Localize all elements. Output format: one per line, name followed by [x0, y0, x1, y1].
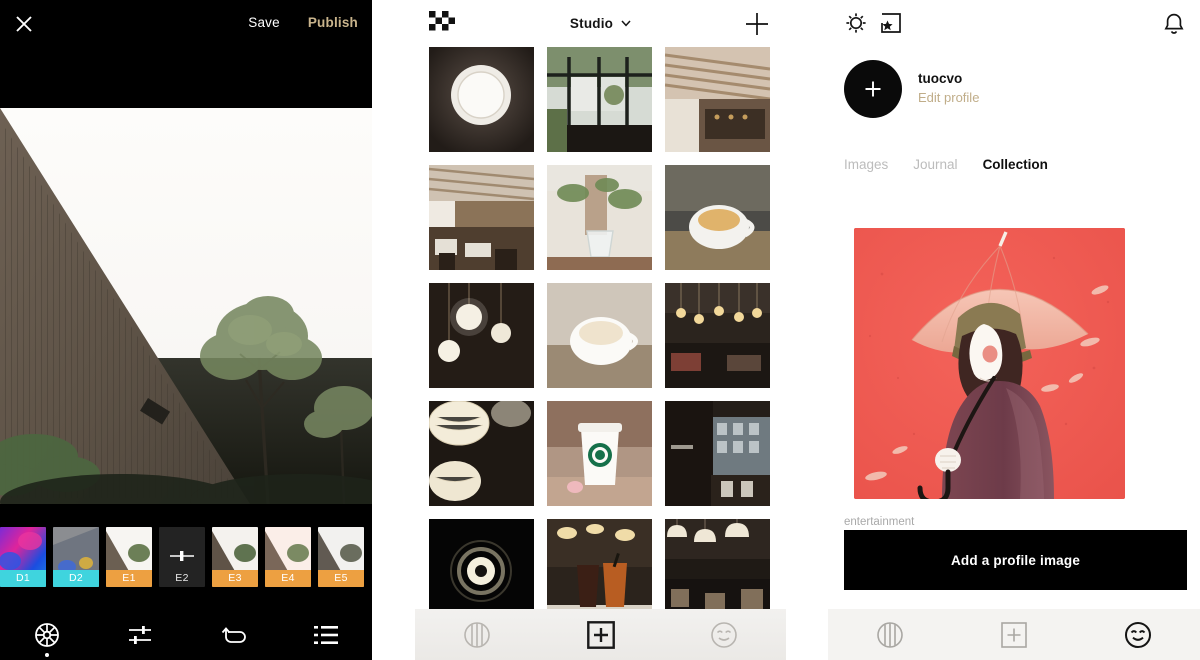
grid-item[interactable] [547, 283, 652, 388]
add-post-button[interactable] [744, 11, 770, 42]
adjust-sliders-icon [159, 544, 205, 568]
tab-images[interactable]: Images [844, 157, 888, 172]
save-button[interactable]: Save [248, 15, 280, 30]
grid-item[interactable] [429, 401, 534, 506]
grid-row [429, 47, 786, 152]
editor-bottom-toolbar [0, 609, 372, 660]
star-frame-icon[interactable] [880, 12, 902, 39]
grid-item[interactable] [547, 47, 652, 152]
add-profile-image-label: Add a profile image [950, 552, 1081, 568]
plus-square-icon[interactable] [539, 620, 663, 649]
filter-tile-e4[interactable]: E4 [265, 526, 311, 587]
filter-tile-e1[interactable]: E1 [106, 526, 152, 587]
filter-label-e3: E3 [212, 569, 258, 587]
smiley-icon[interactable] [662, 620, 786, 650]
plus-square-icon[interactable] [952, 621, 1076, 648]
add-profile-image-banner[interactable]: Add a profile image [844, 530, 1187, 590]
filter-tile-d2[interactable]: D2 [53, 526, 99, 587]
undo-icon[interactable] [186, 609, 279, 660]
filter-tile-e3[interactable]: E3 [212, 526, 258, 587]
profile-header [828, 0, 1200, 48]
app-root: Save Publish D1 D2 E1 E2 E3 E4 E5 Studio… [0, 0, 1200, 660]
filter-tile-e5[interactable]: E5 [318, 526, 364, 587]
grid-row [429, 283, 786, 388]
username: tuocvo [918, 71, 963, 86]
contrast-circle-icon[interactable] [828, 620, 952, 650]
feed-bottom-nav [415, 609, 786, 660]
profile-text: tuocvo Edit profile [918, 70, 979, 108]
chevron-down-icon [621, 15, 631, 30]
filter-label-e4: E4 [265, 569, 311, 587]
gear-icon[interactable] [845, 12, 867, 39]
publish-button[interactable]: Publish [308, 15, 358, 30]
studio-label: Studio [569, 16, 614, 31]
filter-label-d2: D2 [53, 569, 99, 587]
grid-row [429, 165, 786, 270]
plus-icon [865, 81, 881, 97]
profile-identity: tuocvo Edit profile [844, 60, 979, 118]
editor-actions: Save Publish [248, 15, 358, 30]
filter-label-d1: D1 [0, 569, 46, 587]
feed-header: Studio [415, 0, 786, 47]
studio-dropdown[interactable]: Studio [415, 15, 786, 31]
filter-strip[interactable]: D1 D2 E1 E2 E3 E4 E5 [0, 504, 372, 609]
profile-bottom-nav [828, 609, 1200, 660]
profile-panel: tuocvo Edit profile Images Journal Colle… [828, 0, 1200, 660]
close-icon[interactable] [12, 12, 36, 36]
grid-item[interactable] [665, 47, 770, 152]
grid-item[interactable] [547, 165, 652, 270]
filter-tile-d1[interactable]: D1 [0, 526, 46, 587]
edit-canvas[interactable] [0, 108, 372, 504]
avatar[interactable] [844, 60, 902, 118]
grid-item[interactable] [429, 47, 534, 152]
feed-grid [429, 47, 786, 637]
profile-tabs: Images Journal Collection [844, 157, 1048, 172]
grid-row [429, 401, 786, 506]
tab-journal[interactable]: Journal [913, 157, 957, 172]
grid-item[interactable] [547, 401, 652, 506]
grid-item[interactable] [429, 283, 534, 388]
grid-item[interactable] [429, 165, 534, 270]
grid-item[interactable] [665, 165, 770, 270]
editor-top-bar: Save Publish [0, 0, 372, 108]
edit-profile-link[interactable]: Edit profile [918, 88, 979, 108]
bell-icon[interactable] [1163, 12, 1185, 41]
adjust-sliders-icon[interactable] [93, 609, 186, 660]
filter-label-e5: E5 [318, 569, 364, 587]
grid-item[interactable] [665, 401, 770, 506]
smiley-icon[interactable] [1076, 620, 1200, 650]
collection-illustration[interactable] [854, 228, 1125, 499]
filter-tile-e2[interactable]: E2 [159, 526, 205, 587]
filter-label-e2: E2 [175, 571, 189, 584]
grid-item[interactable] [665, 283, 770, 388]
list-icon[interactable] [279, 609, 372, 660]
filter-wheel-icon[interactable] [0, 609, 93, 660]
photo-editor-panel: Save Publish D1 D2 E1 E2 E3 E4 E5 [0, 0, 372, 660]
filter-label-e1: E1 [106, 569, 152, 587]
collection-caption: entertainment [844, 516, 915, 528]
feed-panel: Studio [415, 0, 786, 660]
active-indicator-dot [44, 653, 49, 657]
tab-collection[interactable]: Collection [983, 157, 1048, 172]
contrast-circle-icon[interactable] [415, 620, 539, 650]
